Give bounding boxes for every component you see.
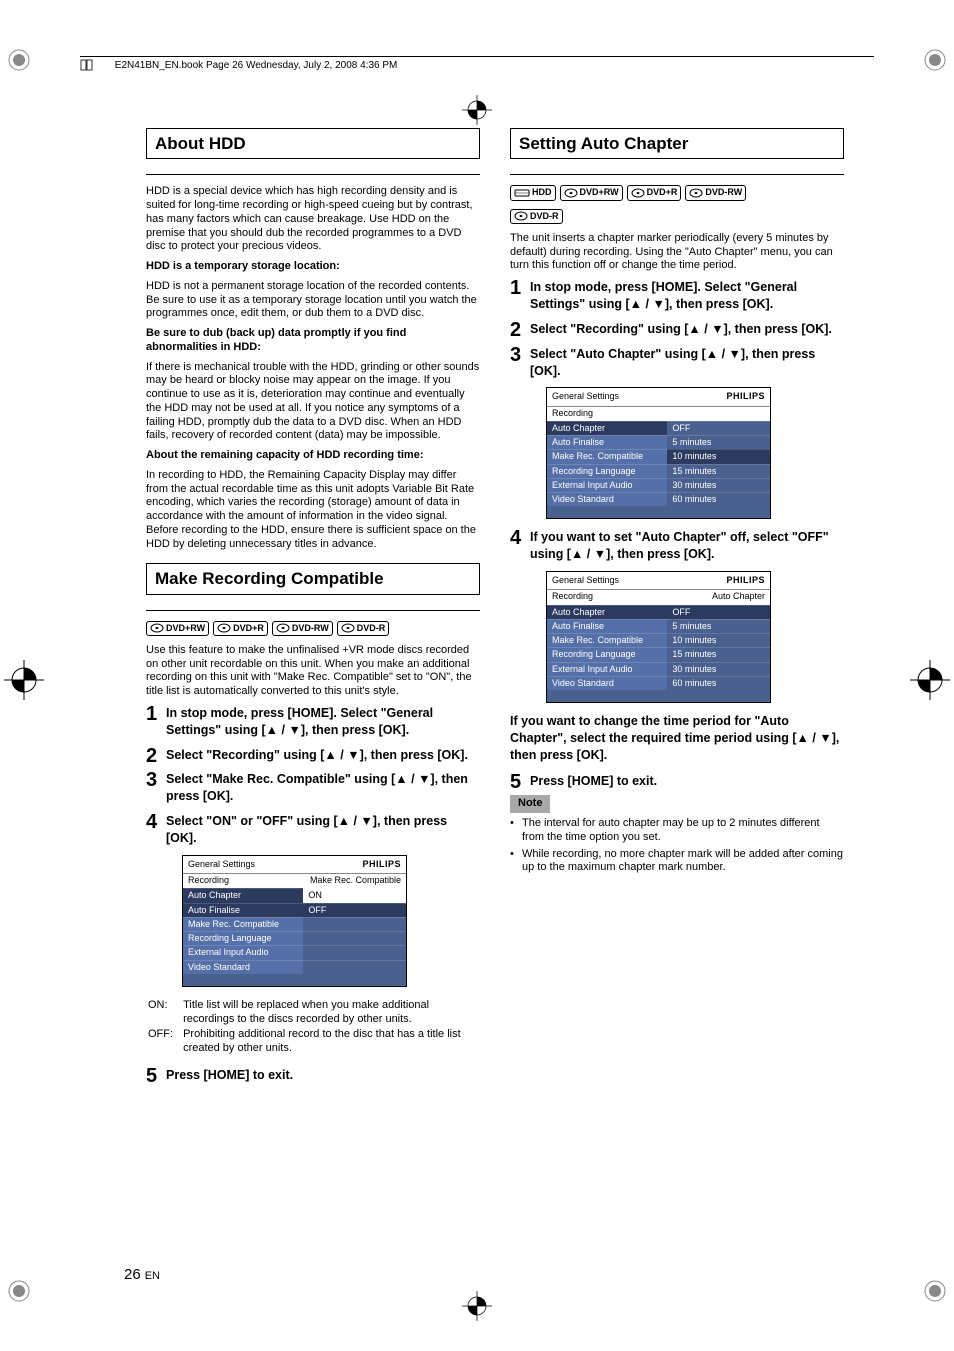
registration-mark-icon — [4, 660, 44, 700]
numbered-steps: In stop mode, press [HOME]. Select "Gene… — [510, 279, 844, 703]
body-bold: Be sure to dub (back up) data promptly i… — [146, 327, 480, 355]
step-item: Select "ON" or "OFF" using [▲ / ▼], then… — [166, 813, 480, 847]
body-text: In recording to HDD, the Remaining Capac… — [146, 469, 480, 552]
header-text: E2N41BN_EN.book Page 26 Wednesday, July … — [115, 60, 398, 71]
body-text: If there is mechanical trouble with the … — [146, 361, 480, 444]
page-header: E2N41BN_EN.book Page 26 Wednesday, July … — [80, 56, 874, 71]
body-bold: About the remaining capacity of HDD reco… — [146, 449, 480, 463]
body-text: HDD is a special device which has high r… — [146, 185, 480, 254]
disc-badge: DVD+RW — [146, 621, 209, 636]
note-item: While recording, no more chapter mark wi… — [522, 848, 844, 876]
disc-icon — [514, 211, 528, 221]
disc-icon — [217, 623, 231, 633]
note-label: Note — [510, 795, 550, 813]
registration-mark-icon — [910, 660, 950, 700]
disc-badge: DVD+R — [213, 621, 268, 636]
body-text: HDD is not a permanent storage location … — [146, 280, 480, 321]
disc-icon — [150, 623, 164, 633]
numbered-steps: In stop mode, press [HOME]. Select "Gene… — [146, 705, 480, 847]
note-list: The interval for auto chapter may be up … — [510, 817, 844, 875]
right-column: Setting Auto Chapter HDD DVD+RW DVD+R DV… — [510, 128, 844, 1084]
section-heading-auto-chapter: Setting Auto Chapter — [510, 128, 844, 159]
note-item: The interval for auto chapter may be up … — [522, 817, 844, 845]
disc-badges: DVD+RW DVD+R DVD-RW DVD-R — [146, 621, 480, 636]
disc-icon — [341, 623, 355, 633]
section-heading-about-hdd: About HDD — [146, 128, 480, 159]
menu-screenshot-autochapter2: General SettingsPHILIPS RecordingAuto Ch… — [546, 571, 771, 703]
disc-icon — [631, 188, 645, 198]
left-column: About HDD HDD is a special device which … — [146, 128, 480, 1084]
step-item: Select "Make Rec. Compatible" using [▲ /… — [166, 771, 480, 805]
crop-mark-icon — [920, 45, 950, 75]
book-icon — [80, 59, 94, 71]
body-text: Use this feature to make the unfinalised… — [146, 644, 480, 699]
step-item: Select "Auto Chapter" using [▲ / ▼], the… — [530, 346, 844, 380]
hdd-badge: HDD — [510, 185, 556, 200]
menu-screenshot-makerec: General SettingsPHILIPS RecordingMake Re… — [182, 855, 407, 987]
step-item: Press [HOME] to exit. — [510, 774, 844, 790]
crop-mark-icon — [4, 45, 34, 75]
hdd-icon — [514, 188, 530, 198]
disc-badge: DVD-RW — [272, 621, 333, 636]
disc-badge: DVD-RW — [685, 185, 746, 200]
step-item: In stop mode, press [HOME]. Select "Gene… — [166, 705, 480, 739]
disc-badge: DVD+RW — [560, 185, 623, 200]
disc-badges-row2: DVD-R — [510, 209, 844, 224]
disc-badges: HDD DVD+RW DVD+R DVD-RW — [510, 185, 844, 200]
disc-badge: DVD+R — [627, 185, 682, 200]
crop-mark-icon — [920, 1276, 950, 1306]
disc-badge: DVD-R — [337, 621, 390, 636]
step-item: Select "Recording" using [▲ / ▼], then p… — [166, 747, 480, 764]
disc-icon — [564, 188, 578, 198]
section-heading-make-rec: Make Recording Compatible — [146, 563, 480, 594]
step-item: In stop mode, press [HOME]. Select "Gene… — [530, 279, 844, 313]
step-item: Press [HOME] to exit. — [146, 1068, 480, 1084]
step-item: Select "Recording" using [▲ / ▼], then p… — [530, 321, 844, 338]
menu-screenshot-autochapter1: General SettingsPHILIPS Recording Auto C… — [546, 387, 771, 519]
disc-badge: DVD-R — [510, 209, 563, 224]
registration-mark-icon — [462, 95, 492, 125]
disc-icon — [689, 188, 703, 198]
on-off-definitions: ON:Title list will be replaced when you … — [146, 997, 480, 1058]
disc-icon — [276, 623, 290, 633]
body-text: The unit inserts a chapter marker period… — [510, 232, 844, 273]
registration-mark-icon — [462, 1291, 492, 1321]
change-time-paragraph: If you want to change the time period fo… — [510, 713, 844, 764]
step-item: If you want to set "Auto Chapter" off, s… — [530, 529, 844, 563]
crop-mark-icon — [4, 1276, 34, 1306]
page-number: 26EN — [124, 1266, 160, 1283]
body-bold: HDD is a temporary storage location: — [146, 260, 480, 274]
